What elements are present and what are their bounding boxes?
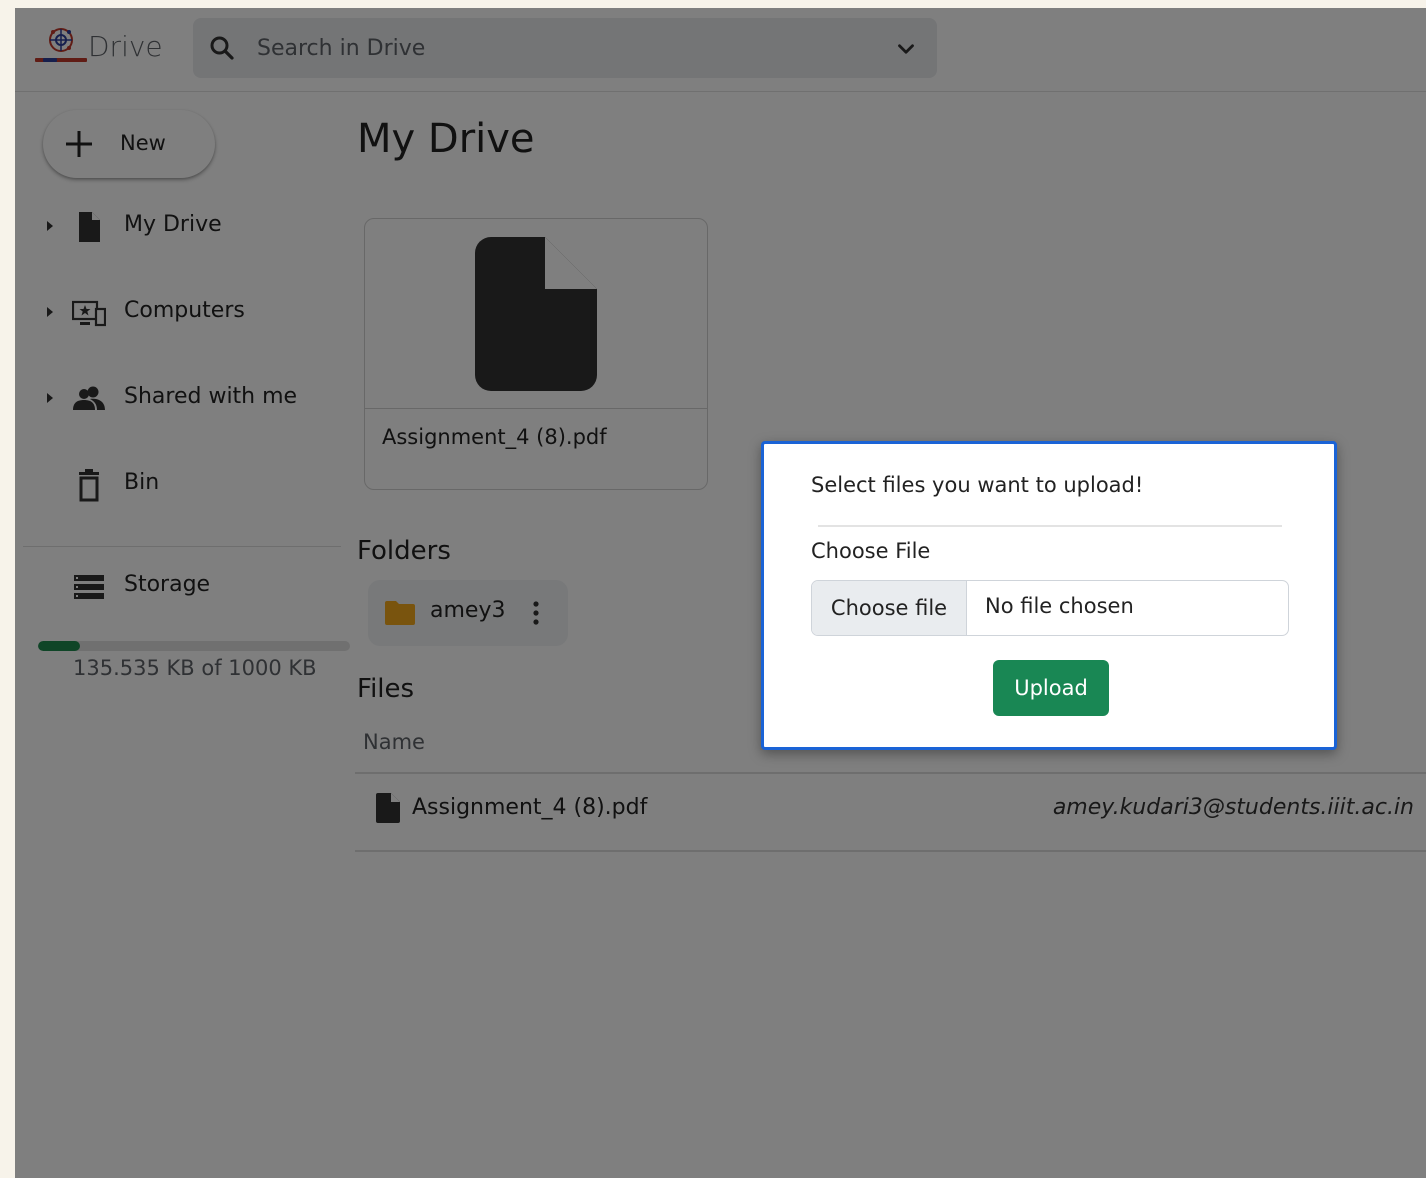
modal-title: Select files you want to upload! (811, 473, 1144, 497)
drive-app: Drive New (15, 8, 1426, 1178)
choose-file-button[interactable]: Choose file (812, 581, 967, 635)
file-input[interactable]: Choose file No file chosen (811, 580, 1289, 636)
upload-modal: Select files you want to upload! Choose … (761, 441, 1337, 750)
modal-divider (818, 525, 1282, 527)
file-status-text: No file chosen (985, 594, 1134, 618)
file-field-label: Choose File (811, 539, 931, 563)
upload-button[interactable]: Upload (993, 660, 1109, 716)
